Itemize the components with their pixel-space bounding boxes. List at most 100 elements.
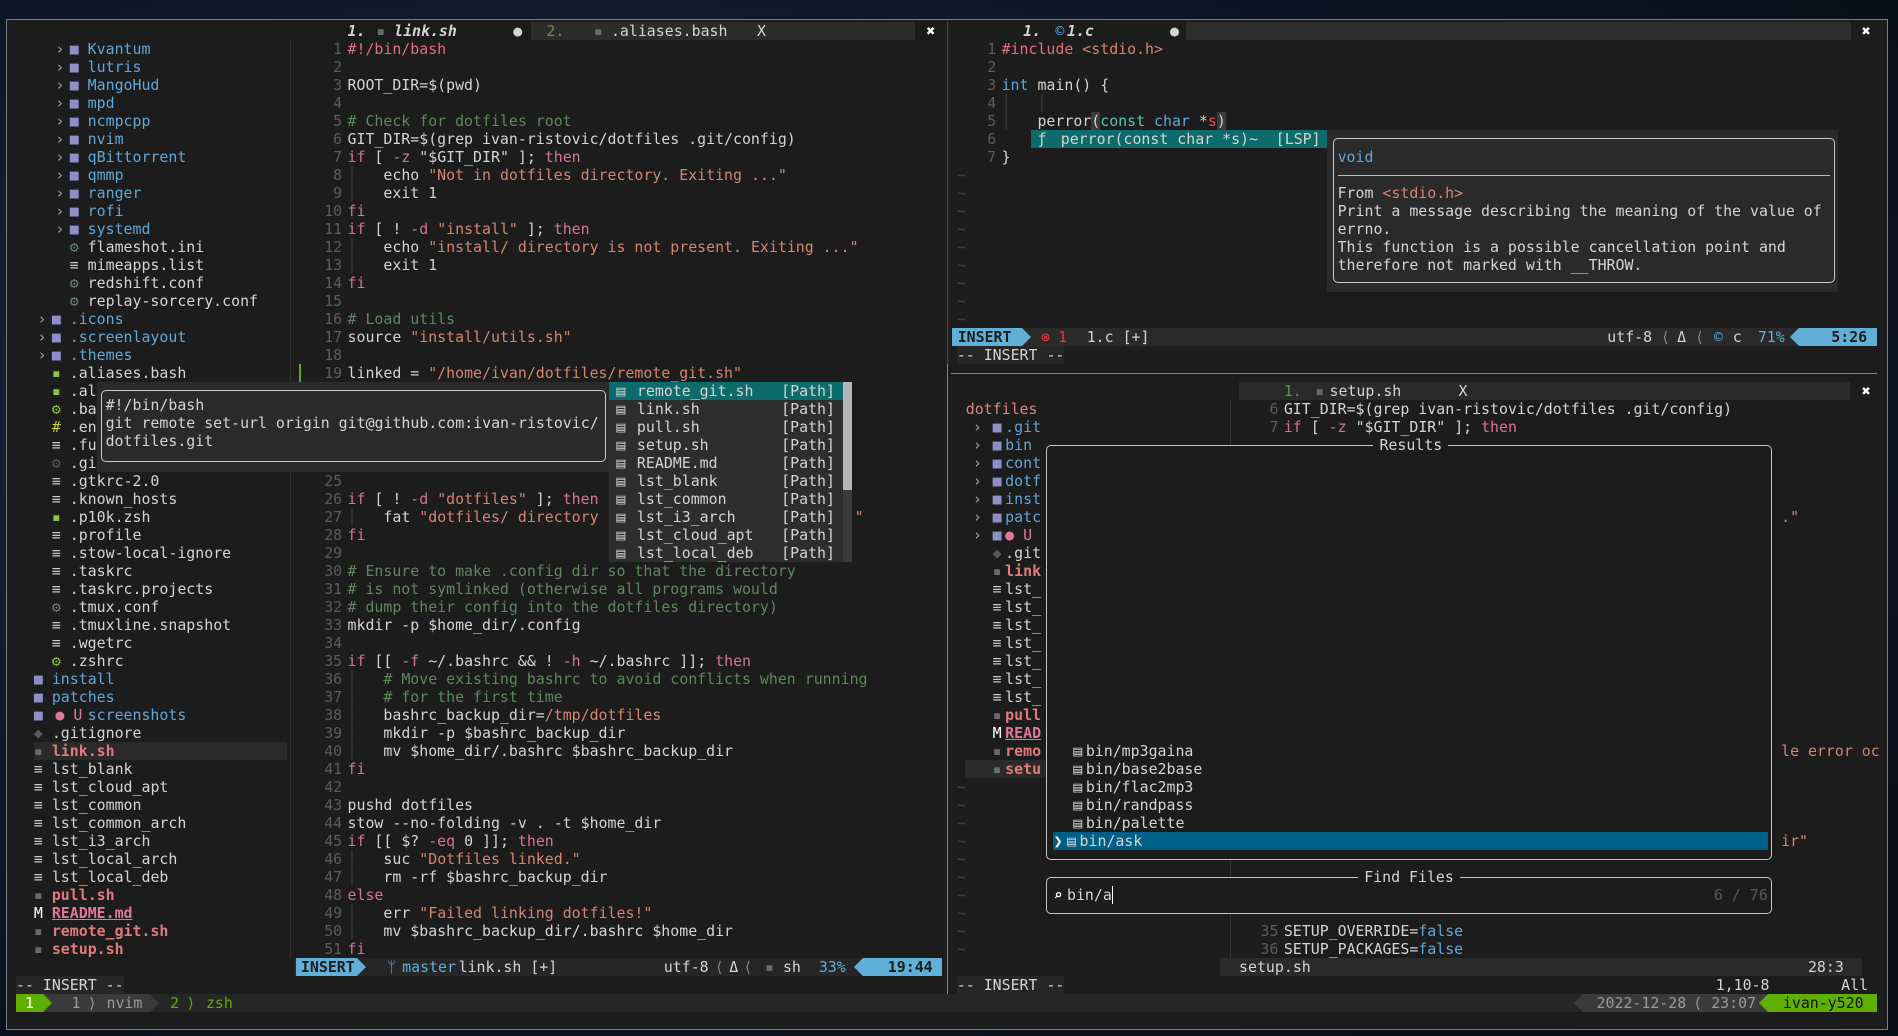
tree-item[interactable]: bin xyxy=(1005,436,1032,454)
git-branch[interactable]: master xyxy=(402,958,456,976)
tree-item[interactable]: .gitignore xyxy=(52,724,142,742)
tmux-window-nvim[interactable]: nvim xyxy=(106,994,142,1012)
chevron-right-icon[interactable]: › xyxy=(55,58,64,76)
tree-item[interactable]: .taskrc xyxy=(70,562,133,580)
tree-item[interactable]: lst_ xyxy=(1005,670,1041,688)
tree-item[interactable]: .git xyxy=(1005,418,1041,436)
tree-item[interactable]: .icons xyxy=(70,310,124,328)
tree-item[interactable]: .screenlayout xyxy=(70,328,187,346)
completion-item[interactable]: lst_blank xyxy=(637,472,718,490)
finder-result[interactable]: bin/flac2mp3 xyxy=(1086,778,1194,796)
chevron-right-icon[interactable]: › xyxy=(38,346,47,364)
finder-result[interactable]: bin/base2base xyxy=(1086,760,1203,778)
chevron-right-icon[interactable]: › xyxy=(55,220,64,238)
chevron-right-icon[interactable]: › xyxy=(973,454,982,472)
tree-item[interactable]: ncmpcpp xyxy=(88,112,151,130)
chevron-right-icon[interactable]: › xyxy=(973,508,982,526)
tree-item[interactable]: .git xyxy=(1005,544,1041,562)
completion-item[interactable]: remote_git.sh xyxy=(637,382,754,400)
tree-item[interactable]: .fu xyxy=(70,436,97,454)
chevron-right-icon[interactable]: › xyxy=(55,202,64,220)
chevron-right-icon[interactable]: › xyxy=(55,76,64,94)
tree-item[interactable]: .en xyxy=(70,418,97,436)
tree-item[interactable]: setu xyxy=(1005,760,1041,778)
tree-item[interactable]: mpd xyxy=(88,94,115,112)
tree-item[interactable]: lst_ xyxy=(1005,616,1041,634)
tmux-session[interactable]: 1 xyxy=(25,994,34,1012)
tree-item[interactable]: setup.sh xyxy=(52,940,124,958)
tree-item[interactable]: replay-sorcery.conf xyxy=(88,292,258,310)
chevron-right-icon[interactable]: › xyxy=(55,94,64,112)
chevron-right-icon[interactable]: › xyxy=(55,130,64,148)
tree-item[interactable]: Kvantum xyxy=(88,40,151,58)
tree-item[interactable]: lst_cloud_apt xyxy=(52,778,169,796)
tree-item[interactable]: lst_i3_arch xyxy=(52,832,151,850)
terminal-grid[interactable]: 1. ▪ link.sh ● 2. ▪ .aliases.bash X ✖ › ■ Kvantum › ■… xyxy=(16,22,1882,1022)
tree-item[interactable]: remo xyxy=(1005,742,1041,760)
tree-item[interactable]: README.md xyxy=(52,904,133,922)
completion-item[interactable]: lst_cloud_apt xyxy=(637,526,754,544)
chevron-right-icon[interactable]: › xyxy=(55,40,64,58)
chevron-right-icon[interactable]: › xyxy=(55,184,64,202)
tree-item[interactable]: lutris xyxy=(88,58,142,76)
tree-item[interactable]: READ xyxy=(1005,724,1041,742)
tab-index[interactable]: 1. xyxy=(348,22,366,40)
finder-result[interactable]: bin/palette xyxy=(1086,814,1185,832)
tree-item[interactable]: lst_ xyxy=(1005,598,1041,616)
tree-item[interactable]: remote_git.sh xyxy=(52,922,169,940)
completion-item[interactable]: lst_i3_arch xyxy=(637,508,736,526)
tree-item[interactable]: mimeapps.list xyxy=(88,256,205,274)
tree-item[interactable]: .al xyxy=(70,382,97,400)
find-files-input[interactable]: bin/a xyxy=(1067,886,1112,904)
tree-item[interactable]: lst_local_deb xyxy=(52,868,169,886)
tree-item[interactable]: .known_hosts xyxy=(70,490,178,508)
tree-item[interactable]: .gi xyxy=(70,454,97,472)
chevron-right-icon[interactable]: › xyxy=(973,490,982,508)
tree-item[interactable]: .stow-local-ignore xyxy=(70,544,231,562)
tree-item[interactable]: .wgetrc xyxy=(70,634,133,652)
tab-close-button[interactable]: X xyxy=(1459,382,1468,400)
chevron-right-icon[interactable]: › xyxy=(38,310,47,328)
tree-item[interactable]: .taskrc.projects xyxy=(70,580,213,598)
tree-item[interactable]: .p10k.zsh xyxy=(70,508,151,526)
chevron-right-icon[interactable]: › xyxy=(973,436,982,454)
close-all-tabs-button[interactable]: ✖ xyxy=(1862,22,1871,40)
chevron-right-icon[interactable]: › xyxy=(973,472,982,490)
tree-item[interactable]: .ba xyxy=(70,400,97,418)
tree-item[interactable]: ranger xyxy=(88,184,142,202)
finder-result[interactable]: bin/ask xyxy=(1080,832,1143,850)
tree-item[interactable]: dotf xyxy=(1005,472,1041,490)
tree-item[interactable]: cont xyxy=(1005,454,1041,472)
tab-link-sh[interactable]: link.sh xyxy=(394,22,457,40)
tree-item[interactable]: systemd xyxy=(88,220,151,238)
chevron-right-icon[interactable]: › xyxy=(973,526,982,544)
tab-1-c[interactable]: 1.c xyxy=(1067,22,1094,40)
tree-item[interactable]: lst_ xyxy=(1005,634,1041,652)
lsp-item-label[interactable]: perror(const char *s)~ xyxy=(1061,130,1258,148)
tree-item[interactable]: lst_ xyxy=(1005,652,1041,670)
close-all-tabs-button[interactable]: ✖ xyxy=(1862,382,1871,400)
tree-item[interactable]: lst_common_arch xyxy=(52,814,186,832)
completion-item[interactable]: README.md xyxy=(637,454,718,472)
tab-close-button[interactable]: X xyxy=(757,22,766,40)
tree-item[interactable]: .gtkrc-2.0 xyxy=(70,472,160,490)
tree-item[interactable]: .tmuxline.snapshot xyxy=(70,616,231,634)
tree-item[interactable]: pull xyxy=(1005,706,1041,724)
tree-item[interactable]: nvim xyxy=(88,130,124,148)
finder-result[interactable]: bin/mp3gaina xyxy=(1086,742,1194,760)
tree-item[interactable]: redshift.conf xyxy=(88,274,205,292)
tree-item[interactable]: lst_ xyxy=(1005,688,1041,706)
tree-item[interactable]: qBittorrent xyxy=(88,148,187,166)
tree-item[interactable]: lst_common xyxy=(52,796,142,814)
tree-item[interactable]: MangoHud xyxy=(88,76,160,94)
tree-item[interactable]: lst_blank xyxy=(52,760,133,778)
chevron-right-icon[interactable]: › xyxy=(38,328,47,346)
chevron-right-icon[interactable]: › xyxy=(55,166,64,184)
tree-item[interactable]: .themes xyxy=(70,346,133,364)
tab-setup-sh[interactable]: setup.sh xyxy=(1330,382,1402,400)
completion-item[interactable]: pull.sh xyxy=(637,418,700,436)
tmux-window-zsh[interactable]: zsh xyxy=(206,994,233,1012)
tree-item[interactable]: screenshots xyxy=(88,706,187,724)
tree-item[interactable]: .aliases.bash xyxy=(70,364,187,382)
tree-item[interactable]: patc xyxy=(1005,508,1041,526)
